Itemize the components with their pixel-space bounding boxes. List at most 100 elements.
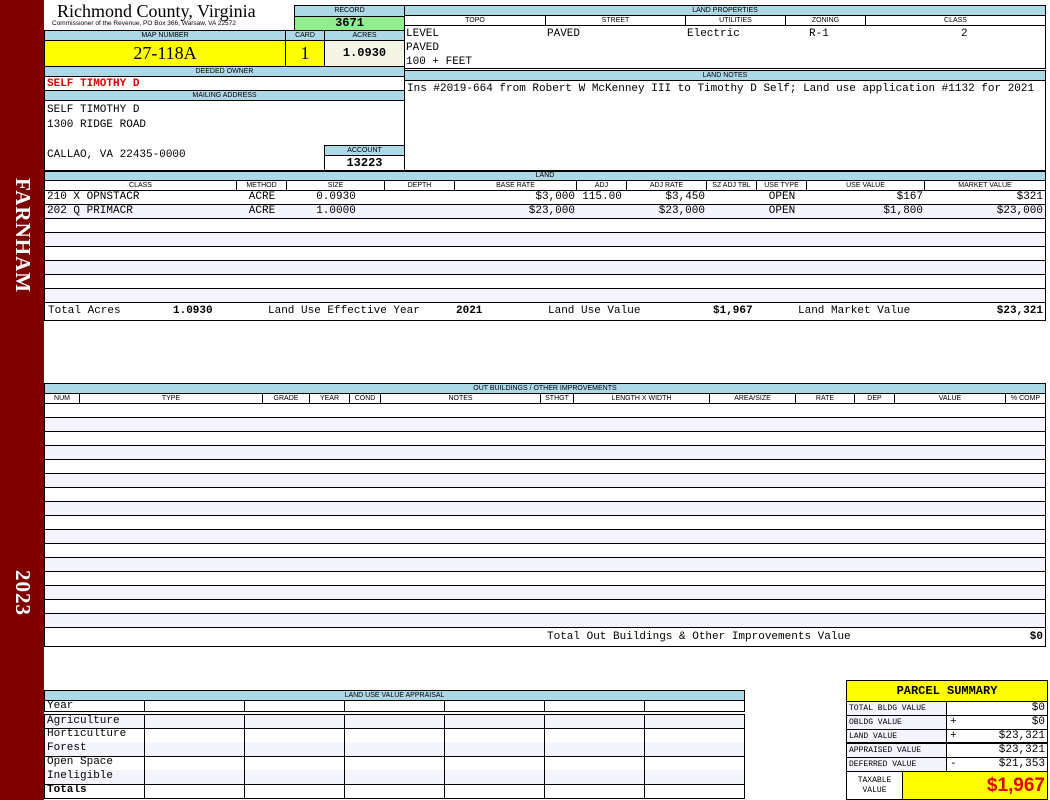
land-cell: $23,000 xyxy=(528,205,575,217)
header-class: CLASS xyxy=(944,17,967,24)
land-use-cell xyxy=(245,728,345,742)
land-use-cell xyxy=(545,770,645,784)
taxable-value: $1,967 xyxy=(903,772,1047,799)
land-cell: 210 X OPNSTACR xyxy=(47,191,140,203)
land-use-cell xyxy=(445,715,545,728)
land-use-cell xyxy=(445,784,545,798)
address-line: 1300 RIDGE ROAD xyxy=(47,119,147,131)
class-value: 2 xyxy=(961,28,968,40)
land-header-adj-rate: ADJ RATE xyxy=(627,181,707,190)
land-header-base-rate: BASE RATE xyxy=(455,181,577,190)
land-market-value-total: $23,321 xyxy=(996,305,1043,317)
land-use-cell xyxy=(545,701,645,711)
outbuildings-header-year: YEAR xyxy=(310,394,350,403)
land-use-cell xyxy=(645,770,745,784)
summary-label: LAND VALUE xyxy=(847,730,947,742)
outbuildings-header-dep: DEP xyxy=(855,394,895,403)
land-use-cell xyxy=(445,742,545,756)
outbuildings-row xyxy=(45,418,1045,432)
header-utilities: UTILITIES xyxy=(686,16,786,25)
land-use-cell xyxy=(445,728,545,742)
land-cell xyxy=(577,205,627,218)
county-title: Richmond County, Virginia xyxy=(57,1,256,21)
land-cell: ACRE xyxy=(248,191,276,203)
land-row xyxy=(45,219,1045,233)
land-use-cell xyxy=(145,784,245,798)
land-use-cell xyxy=(345,715,445,728)
land-total-use-value: $1,967 xyxy=(713,305,753,317)
outbuildings-row xyxy=(45,474,1045,488)
summary-row-total-bldg-value: TOTAL BLDG VALUE $0 xyxy=(847,702,1047,716)
outbuildings-row xyxy=(45,446,1045,460)
outbuildings-row xyxy=(45,558,1045,572)
address-line: SELF TIMOTHY D xyxy=(47,104,140,116)
outbuildings-row xyxy=(45,460,1045,474)
summary-row-land-value: LAND VALUE + $23,321 xyxy=(847,730,1047,744)
header-topo: TOPO xyxy=(405,16,546,25)
summary-row-deferred-value: DEFERRED VALUE - $21,353 xyxy=(847,758,1047,772)
land-use-cell xyxy=(445,770,545,784)
tax-year: 2023 xyxy=(11,570,35,616)
land-use-cell xyxy=(445,701,545,711)
land-use-cell xyxy=(145,770,245,784)
outbuildings-header-value: VALUE xyxy=(895,394,1006,403)
land-use-row-horticulture: Horticulture xyxy=(44,728,745,743)
summary-label: TOTAL BLDG VALUE xyxy=(847,702,947,715)
land-use-row-label: Open Space xyxy=(45,756,145,770)
outbuildings-row xyxy=(45,544,1045,558)
land-header-adj: ADJ xyxy=(577,181,627,190)
land-cell: $3,450 xyxy=(665,191,705,203)
land-use-cell xyxy=(345,728,445,742)
header-zoning: ZONING xyxy=(786,16,866,25)
land-use-cell xyxy=(645,701,745,711)
land-use-cell xyxy=(245,715,345,728)
summary-value: $21,353 xyxy=(998,758,1045,770)
outbuildings-header-rate: RATE xyxy=(796,394,855,403)
topo-value: 100 + FEET xyxy=(406,56,473,68)
summary-row-obldg-value: OBLDG VALUE + $0 xyxy=(847,716,1047,730)
outbuildings-header-type: TYPE xyxy=(80,394,263,403)
land-total-acres: 1.0930 xyxy=(173,305,213,317)
land-use-cell xyxy=(645,715,745,728)
land-use-cell xyxy=(245,701,345,711)
land-table: CLASS METHOD SIZE DEPTH BASE RATE ADJ ADJ RATE… xyxy=(44,180,1046,321)
outbuildings-header-row: NUM TYPE GRADE YEAR COND NOTES STHGT LENGTH X W… xyxy=(45,394,1045,404)
district-name: FARNHAM xyxy=(11,178,35,294)
land-use-row-label: Agriculture xyxy=(45,715,145,728)
summary-value: $0 xyxy=(1031,702,1045,714)
topo-value: LEVEL xyxy=(406,28,440,40)
sidebar: FARNHAM 2023 xyxy=(0,0,44,800)
summary-label: APPRAISED VALUE xyxy=(847,744,947,757)
land-notes: Ins #2019-664 from Robert W McKenney III… xyxy=(404,80,1046,171)
land-use-cell xyxy=(345,770,445,784)
street-value: PAVED xyxy=(547,28,581,40)
land-header-row: CLASS METHOD SIZE DEPTH BASE RATE ADJ ADJ RATE… xyxy=(45,181,1045,191)
land-use-cell xyxy=(245,742,345,756)
outbuildings-table: NUM TYPE GRADE YEAR COND NOTES STHGT LENGTH X W… xyxy=(44,393,1046,647)
summary-value: $23,321 xyxy=(998,744,1045,756)
land-use-cell xyxy=(645,756,745,770)
land-cell xyxy=(385,205,455,218)
land-use-row-forest: Forest xyxy=(44,742,745,757)
land-total-year-label: Land Use Effective Year xyxy=(268,305,420,317)
utilities-value: Electric xyxy=(687,28,740,40)
land-use-row-label: Horticulture xyxy=(45,728,145,742)
summary-operator: + xyxy=(950,730,957,742)
land-cell xyxy=(707,191,757,204)
outbuildings-row xyxy=(45,572,1045,586)
land-use-cell xyxy=(145,701,245,711)
parcel-summary-title: PARCEL SUMMARY xyxy=(847,681,1047,702)
land-use-cell xyxy=(245,756,345,770)
land-row: 210 X OPNSTACR ACRE 0.0930 $3,000 115.00 $3,4… xyxy=(45,191,1045,205)
land-use-row-label: Forest xyxy=(45,742,145,756)
outbuildings-total-value: $0 xyxy=(1029,631,1043,643)
land-cell: $23,000 xyxy=(658,205,705,217)
outbuildings-total-row: Total Out Buildings & Other Improvements… xyxy=(45,628,1045,647)
outbuildings-header-area-size: AREA/SIZE xyxy=(710,394,796,403)
land-cell: 1.0000 xyxy=(316,205,356,217)
land-cell: ACRE xyxy=(248,205,276,217)
outbuildings-header-notes: NOTES xyxy=(381,394,541,403)
land-use-row-label: Ineligible xyxy=(45,770,145,784)
land-totals-row: Total Acres 1.0930 Land Use Effective Year… xyxy=(45,303,1045,321)
land-use-table: Year Agriculture Horticulture Forest Open Sp… xyxy=(44,700,745,800)
